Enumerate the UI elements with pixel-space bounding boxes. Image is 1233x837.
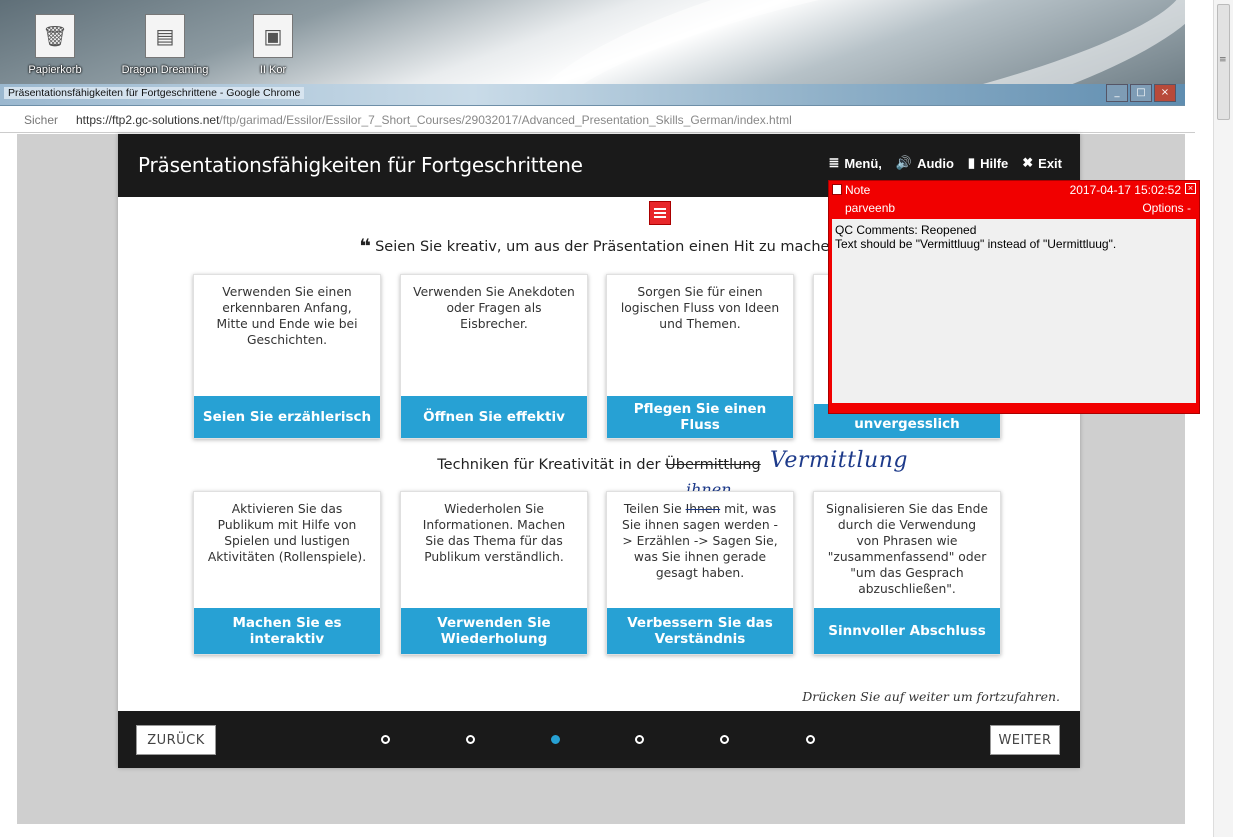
close-icon[interactable]: × [1185,183,1196,194]
note-marker-icon[interactable] [649,201,671,225]
page-dot[interactable] [806,735,815,744]
note-options-menu[interactable]: Options - [1142,201,1191,215]
wallpaper-swirl [508,0,1185,88]
security-indicator[interactable]: Sicher [24,113,58,127]
page-dot[interactable] [720,735,729,744]
url-host: https://ftp2.gc-solutions.net [76,113,220,127]
help-button[interactable]: ▮ Hilfe [968,155,1008,171]
note-timestamp: 2017-04-17 15:02:52 [1069,183,1181,197]
card-text: Verwenden Sie einen erkennbaren Anfang, … [216,285,358,347]
note-line: QC Comments: Reopened [835,223,977,237]
card-understanding[interactable]: Teilen Sie Ihnen mit, was Sie ihnen sage… [606,491,794,655]
course-title: Präsentationsfähigkeiten für Fortgeschri… [138,153,583,177]
card-conclusion[interactable]: Signalisieren Sie das Ende durch die Ver… [813,491,1001,655]
back-button[interactable]: ZURÜCK [136,725,216,755]
page-dot[interactable] [635,735,644,744]
page-dot-active[interactable] [551,735,560,744]
card-button[interactable]: Pflegen Sie einen Fluss [607,396,793,438]
scrollbar-grip-icon: ≡ [1219,55,1227,65]
minimize-button[interactable]: _ [1106,84,1128,102]
speaker-icon: 🔊 [895,155,913,170]
course-nav: ≣ Menü, 🔊 Audio ▮ Hilfe ✖ Exit [828,155,1062,171]
next-button[interactable]: WEITER [990,725,1060,755]
card-interactive[interactable]: Aktivieren Sie das Publikum mit Hilfe vo… [193,491,381,655]
pdf-file-icon: ▤ [145,14,185,58]
list-icon: ≣ [828,155,840,170]
url-text[interactable]: https://ftp2.gc-solutions.net/ftp/garima… [76,113,792,127]
book-icon: ▮ [967,155,976,170]
card-button[interactable]: Verwenden Sie Wiederholung [401,608,587,654]
card-open-effectively[interactable]: Verwenden Sie Anekdoten oder Fragen als … [400,274,588,439]
screenshot-root: 🗑 Papierkorb ▤ Dragon Dreaming ▣ II Kor … [0,0,1233,837]
card-button[interactable]: Seien Sie erzählerisch [194,396,380,438]
note-header: Note 2017-04-17 15:02:52 × parveenb Opti… [829,181,1199,219]
card-storytelling[interactable]: Verwenden Sie einen erkennbaren Anfang, … [193,274,381,439]
card-button[interactable]: Machen Sie es interaktiv [194,608,380,654]
desktop-icon-dragon-dreaming[interactable]: ▤ Dragon Dreaming [110,14,220,76]
card-repetition[interactable]: Wiederholen Sie Informationen. Machen Si… [400,491,588,655]
card-text: Signalisieren Sie das Ende durch die Ver… [826,502,988,596]
card-text-before: Teilen Sie [623,502,686,516]
menu-label: Menü, [844,155,882,171]
window-titlebar[interactable]: Präsentationsfähigkeiten für Fortgeschri… [0,84,1185,106]
page-dot[interactable] [381,735,390,744]
vertical-scrollbar[interactable]: ≡ [1213,0,1233,837]
address-bar[interactable]: Sicher https://ftp2.gc-solutions.net/ftp… [0,107,1195,133]
card-flow[interactable]: Sorgen Sie für einen logischen Fluss von… [606,274,794,439]
card-button[interactable]: Verbessern Sie das Verständnis [607,608,793,654]
note-title: Note [845,183,871,197]
course-footer: ZURÜCK WEITER [118,711,1080,768]
quote-mark-icon: ❝ [359,234,372,258]
note-popup[interactable]: Note 2017-04-17 15:02:52 × parveenb Opti… [828,180,1200,414]
card-button[interactable]: Sinnvoller Abschluss [814,608,1000,654]
page-dot[interactable] [466,735,475,744]
help-label: Hilfe [980,155,1009,171]
audio-button[interactable]: 🔊 Audio [896,155,954,171]
card-button[interactable]: Öffnen Sie effektiv [401,396,587,438]
exit-button[interactable]: ✖ Exit [1022,155,1062,171]
menu-button[interactable]: ≣ Menü, [828,155,881,171]
card-text: Sorgen Sie für einen logischen Fluss von… [620,285,780,331]
card-text: Wiederholen Sie Informationen. Machen Si… [422,502,566,564]
quote-text: Seien Sie kreativ, um aus der Präsentati… [375,239,839,255]
desktop-icon-label: Papierkorb [28,64,82,76]
url-path: /ftp/garimad/Essilor/Essilor_7_Short_Cou… [219,113,792,127]
close-window-button[interactable]: × [1154,84,1176,102]
exit-label: Exit [1038,155,1062,171]
close-x-icon: ✖ [1022,155,1034,170]
maximize-button[interactable]: □ [1130,84,1152,102]
image-file-icon: ▣ [253,14,293,58]
card-text: Aktivieren Sie das Publikum mit Hilfe vo… [207,502,367,564]
continue-hint: Drücken Sie auf weiter um fortzufahren. [802,689,1060,704]
section-heading: Techniken für Kreativität in der Übermit… [118,457,1080,473]
desktop-background: 🗑 Papierkorb ▤ Dragon Dreaming ▣ II Kor [0,0,1185,88]
note-textarea[interactable]: QC Comments: Reopened Text should be "Ve… [832,219,1196,403]
desktop-icon-label: Dragon Dreaming [121,64,209,76]
note-line: Text should be "Vermittluug" instead of … [835,237,1117,251]
handwritten-correction: Vermittlung [770,448,908,473]
window-edge [1203,0,1213,837]
card-text: Teilen Sie Ihnen mit, was Sie ihnen sage… [607,492,793,581]
card-text: Verwenden Sie Anekdoten oder Fragen als … [413,285,575,331]
window-title: Präsentationsfähigkeiten für Fortgeschri… [4,87,305,99]
desktop-icon-ii-kor[interactable]: ▣ II Kor [218,14,328,76]
desktop-icon-recycle-bin[interactable]: 🗑 Papierkorb [0,14,110,76]
audio-label: Audio [917,155,954,171]
note-icon [832,184,842,195]
section-heading-struck: Übermittlung [665,457,761,473]
section-heading-text: Techniken für Kreativität in der [437,457,666,473]
desktop-icon-label: II Kor [259,64,287,76]
card-text-struck: Ihnen [685,502,721,516]
recycle-bin-icon: 🗑 [35,14,75,58]
note-author: parveenb [845,201,896,215]
